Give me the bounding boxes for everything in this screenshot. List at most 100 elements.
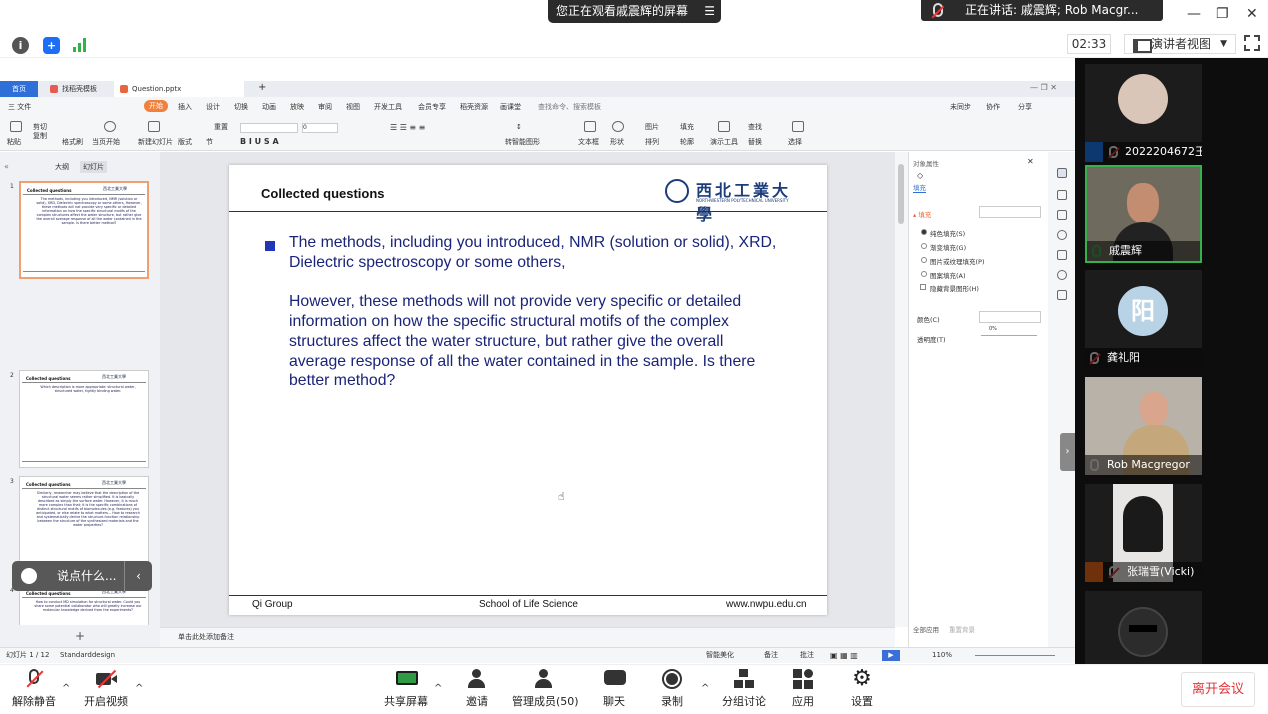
arrange-label[interactable]: 排列	[645, 137, 659, 147]
smart-beautify[interactable]: 智能美化	[706, 648, 734, 663]
layers-icon[interactable]	[1057, 210, 1067, 220]
new-slide-label[interactable]: 新建幻灯片	[138, 137, 173, 147]
security-shield-icon[interactable]: +	[43, 37, 60, 54]
minimize-icon[interactable]: —	[1187, 6, 1201, 22]
window-controls[interactable]: — ❐ ✕	[1030, 83, 1057, 92]
viewing-menu-icon[interactable]: ☰	[704, 0, 715, 23]
zoom-slider[interactable]	[975, 655, 1055, 656]
reset-background-button[interactable]: 重置背景	[949, 624, 975, 634]
menu-classroom[interactable]: 画课堂	[500, 102, 521, 112]
backup-icon[interactable]	[1057, 290, 1067, 300]
share-options-chevron-icon[interactable]: ^	[434, 683, 442, 694]
radio-gradient-fill[interactable]	[921, 243, 927, 249]
apply-all-button[interactable]: 全部应用	[913, 624, 939, 634]
presenter-tools-icon[interactable]	[718, 121, 730, 132]
menu-review[interactable]: 审阅	[318, 102, 332, 112]
info-icon[interactable]: i	[12, 37, 29, 54]
menu-start[interactable]: 开始	[144, 100, 168, 112]
menu-member[interactable]: 会员专享	[418, 102, 446, 112]
zoom-level[interactable]: 110%	[932, 648, 952, 663]
share-screen-button[interactable]: 共享屏幕	[382, 669, 430, 709]
vertical-scrollbar[interactable]	[895, 152, 908, 627]
apps-button[interactable]: 应用	[787, 669, 819, 709]
participant-tile[interactable]: Rob Macgregor	[1085, 377, 1202, 475]
unmute-button[interactable]: 解除静音	[12, 669, 56, 709]
video-options-chevron-icon[interactable]: ^	[135, 683, 143, 694]
settings-button[interactable]: ⚙ 设置	[846, 668, 878, 709]
collapse-panel-icon[interactable]: ›	[1060, 433, 1075, 471]
textbox-label[interactable]: 文本框	[578, 137, 599, 147]
chat-input-pill[interactable]: 说点什么... ‹	[12, 561, 152, 591]
tab-question-pptx[interactable]: Question.pptx	[114, 81, 244, 97]
record-options-chevron-icon[interactable]: ^	[701, 683, 709, 694]
manage-members-button[interactable]: 管理成员(50)	[512, 669, 579, 709]
image-label[interactable]: 图片	[645, 122, 659, 132]
smart-graphic-label[interactable]: 转智能图形	[505, 137, 540, 147]
menu-animation[interactable]: 动画	[262, 102, 276, 112]
leave-meeting-button[interactable]: 离开会议	[1181, 672, 1255, 707]
menu-developer[interactable]: 开发工具	[374, 102, 402, 112]
font-name-select[interactable]	[240, 123, 298, 133]
new-slide-icon[interactable]	[148, 121, 160, 132]
new-tab-icon[interactable]: +	[258, 82, 266, 93]
comments-toggle[interactable]: 批注	[800, 648, 814, 663]
find-label[interactable]: 查找	[748, 122, 762, 132]
slides-tab[interactable]: 幻灯片	[80, 161, 107, 173]
play-from-current[interactable]: 当页开始	[92, 137, 120, 147]
sync-status[interactable]: 未同步	[950, 102, 971, 112]
radio-pattern-fill[interactable]	[921, 271, 927, 277]
presenter-tools-label[interactable]: 演示工具	[710, 137, 738, 147]
panel-close-icon[interactable]: ✕	[1027, 157, 1034, 166]
restore-icon[interactable]: ❐	[1216, 6, 1229, 22]
paste-label[interactable]: 粘贴	[7, 137, 21, 147]
reset-label[interactable]: 重置	[214, 122, 228, 132]
add-slide-icon[interactable]: +	[0, 625, 160, 647]
radio-solid-fill[interactable]	[921, 229, 927, 235]
outline-label[interactable]: 轮廓	[680, 137, 694, 147]
emoji-icon[interactable]	[21, 568, 37, 584]
command-search[interactable]: 查找命令、搜索模板	[538, 102, 601, 112]
paste-icon[interactable]	[10, 121, 22, 132]
slide-thumbnail[interactable]: Collected questions 西北工業大學 Which descrip…	[19, 370, 149, 468]
radio-picture-fill[interactable]	[921, 257, 927, 263]
play-icon[interactable]	[104, 121, 116, 132]
slide[interactable]: Collected questions 西北工業大學 NORTHWESTERN …	[229, 165, 827, 615]
fullscreen-icon[interactable]	[1244, 35, 1260, 51]
speaker-view-dropdown[interactable]: 演讲者视图 ▼	[1124, 34, 1236, 54]
section-label[interactable]: 节	[206, 137, 213, 147]
select-label[interactable]: 选择	[788, 137, 802, 147]
fill-section[interactable]: ▴ 填充	[913, 209, 931, 219]
breakout-rooms-button[interactable]: 分组讨论	[720, 669, 768, 709]
slide-thumbnail[interactable]: Collected questions 西北工業大學 The methods, …	[19, 181, 149, 279]
fill-color-select[interactable]	[979, 206, 1041, 218]
properties-icon[interactable]	[1057, 168, 1067, 178]
shape-label[interactable]: 形状	[610, 137, 624, 147]
fill-tab[interactable]: 填充	[913, 182, 926, 193]
bold-button[interactable]: B I U S A	[240, 137, 279, 146]
menu-slideshow[interactable]: 放映	[290, 102, 304, 112]
viewing-banner[interactable]: 您正在观看戚震辉的屏幕 ☰	[548, 0, 721, 23]
shape-icon[interactable]	[612, 121, 624, 132]
slide-thumbnail[interactable]: Collected questions 西北工業大學 Similarly, re…	[19, 476, 149, 574]
collab-button[interactable]: 协作	[986, 102, 1000, 112]
menu-insert[interactable]: 插入	[178, 102, 192, 112]
share-button[interactable]: 分享	[1018, 102, 1032, 112]
copy-label[interactable]: 复制	[33, 131, 47, 141]
fill-label[interactable]: 填充	[680, 122, 694, 132]
notes-area[interactable]: 单击此处添加备注	[160, 627, 895, 647]
menu-file[interactable]: 三 文件	[8, 102, 31, 112]
menu-design[interactable]: 设计	[206, 102, 220, 112]
participant-tile[interactable]	[1085, 591, 1202, 664]
close-icon[interactable]: ✕	[1246, 6, 1258, 22]
notes-toggle[interactable]: 备注	[764, 648, 778, 663]
audio-options-chevron-icon[interactable]: ^	[62, 683, 70, 694]
list-buttons[interactable]: ☰ ☰ ≡ ≡	[390, 123, 425, 132]
play-slideshow-icon[interactable]: ▶	[882, 650, 900, 661]
start-video-button[interactable]: 开启视频	[84, 669, 128, 709]
format-painter-label[interactable]: 格式刷	[62, 137, 83, 147]
select-icon[interactable]	[792, 121, 804, 132]
image-tool-icon[interactable]	[1057, 250, 1067, 260]
participant-tile[interactable]: 张瑞雪(Vicki)	[1085, 484, 1202, 582]
participant-tile[interactable]: 戚震辉	[1085, 165, 1202, 263]
menu-transition[interactable]: 切换	[234, 102, 248, 112]
